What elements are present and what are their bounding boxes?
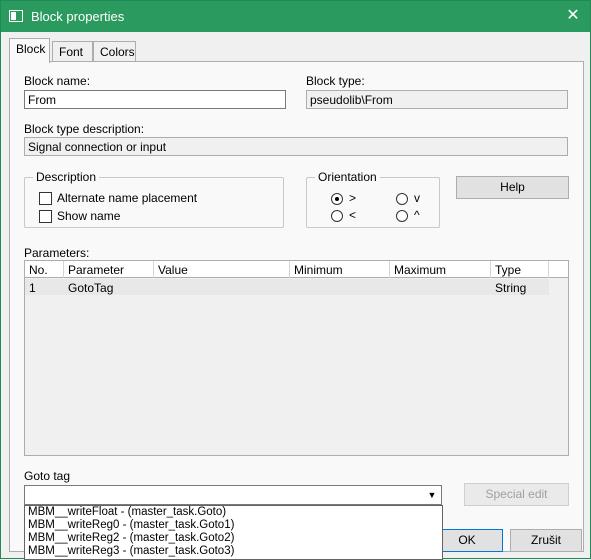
orientation-legend: Orientation xyxy=(315,170,380,184)
chevron-down-icon[interactable]: ▼ xyxy=(424,487,440,503)
goto-tag-combobox[interactable]: ▼ xyxy=(24,485,442,505)
radio-dot xyxy=(331,209,343,222)
cell-maximum xyxy=(390,279,394,295)
block-type-description-label: Block type description: xyxy=(24,122,145,136)
cell-no: 1 xyxy=(29,281,36,295)
column-header-type[interactable]: Type xyxy=(491,261,549,278)
dropdown-item[interactable]: MBM__writeReg3 - (master_task.Goto3) xyxy=(25,545,442,558)
column-header-value[interactable]: Value xyxy=(154,261,290,278)
table-header: No. Parameter Value Minimum Maximum Type xyxy=(25,261,568,278)
column-header-parameter[interactable]: Parameter xyxy=(64,261,154,278)
show-name-checkbox[interactable]: Show name xyxy=(39,209,121,224)
orientation-up-radio[interactable]: ^ xyxy=(396,208,420,222)
radio-dot xyxy=(396,192,408,205)
checkbox-box xyxy=(39,192,52,206)
parameters-label: Parameters: xyxy=(24,246,90,260)
goto-tag-dropdown-list[interactable]: MBM__writeFloat - (master_task.Goto) MBM… xyxy=(24,505,443,560)
block-properties-dialog: Block properties ✕ Block Font Colors Blo… xyxy=(0,0,591,560)
tab-font[interactable]: Font xyxy=(52,41,93,62)
window-title: Block properties xyxy=(31,9,125,24)
description-legend: Description xyxy=(33,170,100,184)
window-icon xyxy=(9,10,23,22)
radio-dot xyxy=(396,209,408,222)
parameters-table[interactable]: No. Parameter Value Minimum Maximum Type… xyxy=(24,260,569,456)
help-button[interactable]: Help xyxy=(456,176,569,199)
title-bar: Block properties ✕ xyxy=(1,1,590,32)
cell-minimum xyxy=(290,279,294,295)
column-header-maximum[interactable]: Maximum xyxy=(390,261,491,278)
block-name-input[interactable]: From xyxy=(24,90,286,109)
alternate-name-placement-label: Alternate name placement xyxy=(57,191,198,205)
orientation-right-radio[interactable]: > xyxy=(331,191,356,205)
orientation-group: Orientation > v < ^ xyxy=(306,170,440,228)
show-name-label: Show name xyxy=(57,209,121,223)
description-group: Description Alternate name placement Sho… xyxy=(24,170,284,228)
block-type-label: Block type: xyxy=(306,74,365,88)
block-type-description-field: Signal connection or input xyxy=(24,137,568,156)
column-header-minimum[interactable]: Minimum xyxy=(290,261,390,278)
table-row[interactable]: 1 GotoTag String xyxy=(25,279,549,295)
block-name-label: Block name: xyxy=(24,74,91,88)
tab-block[interactable]: Block xyxy=(9,38,50,63)
orientation-down-radio[interactable]: v xyxy=(396,191,420,205)
alternate-name-placement-checkbox[interactable]: Alternate name placement xyxy=(39,191,198,206)
dropdown-item[interactable]: MBM__writeReg0 - (master_task.Goto1) xyxy=(25,519,442,532)
orientation-left-radio[interactable]: < xyxy=(331,208,356,222)
cell-value xyxy=(154,279,158,295)
cancel-button[interactable]: Zrušit xyxy=(510,529,582,552)
special-edit-button[interactable]: Special edit xyxy=(464,483,569,506)
dropdown-item[interactable]: MBM__writeReg2 - (master_task.Goto2) xyxy=(25,532,442,545)
close-icon[interactable]: ✕ xyxy=(556,1,590,32)
checkbox-box xyxy=(39,210,52,224)
block-tab-panel: Block name: From Block type: pseudolib\F… xyxy=(9,61,584,552)
dropdown-item[interactable]: MBM__writeFloat - (master_task.Goto) xyxy=(25,506,442,519)
cell-type: String xyxy=(495,281,527,295)
radio-dot xyxy=(331,192,343,205)
column-header-no[interactable]: No. xyxy=(25,261,64,278)
goto-tag-label: Goto tag xyxy=(24,469,71,483)
tab-colors[interactable]: Colors xyxy=(93,41,136,62)
cell-parameter: GotoTag xyxy=(68,281,114,295)
block-type-field: pseudolib\From xyxy=(306,90,568,109)
